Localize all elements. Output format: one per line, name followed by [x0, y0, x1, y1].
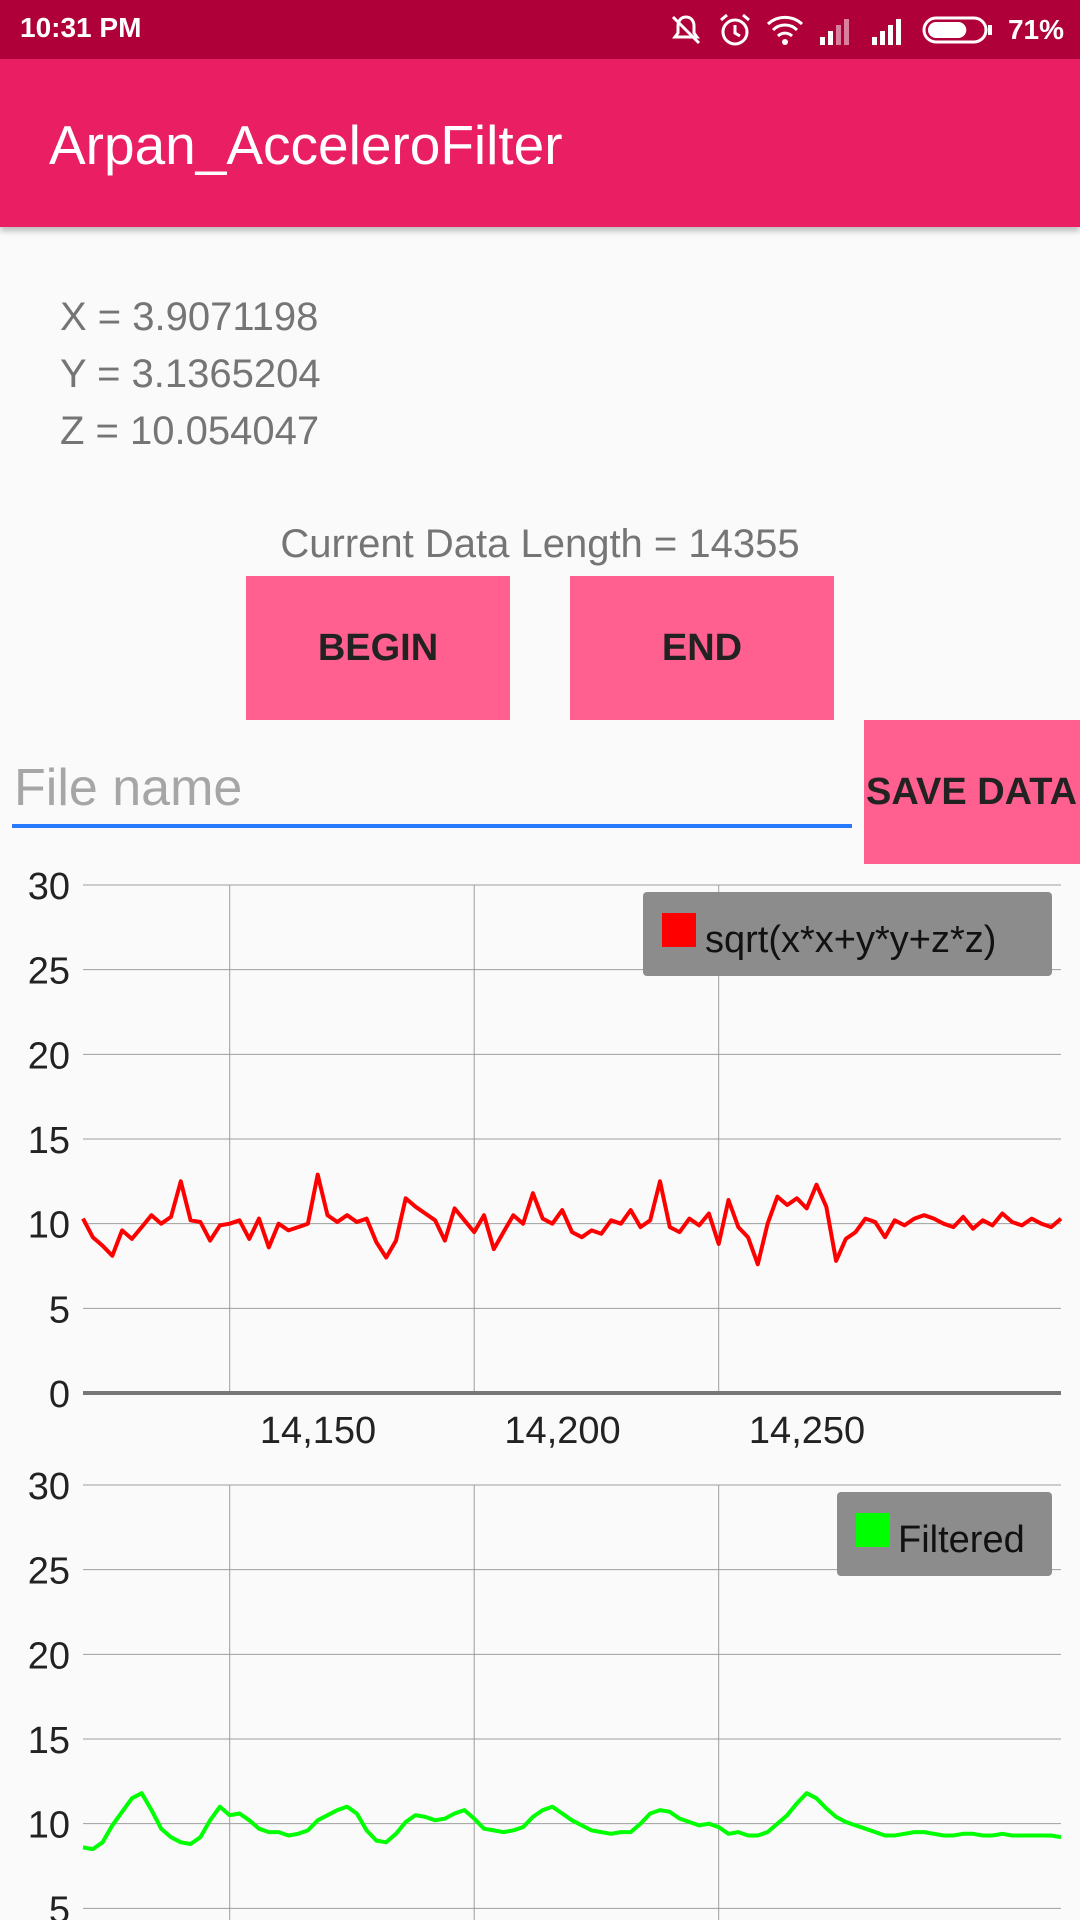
y-tick-label: 10 — [28, 1805, 70, 1847]
app-title: Arpan_AcceleroFilter — [49, 114, 563, 176]
battery-icon — [922, 15, 994, 45]
reading-x: X = 3.9071198 — [60, 295, 319, 339]
filtered-chart: 5 10 15 20 25 30 Filtered — [28, 1470, 1062, 1920]
file-name-input[interactable] — [12, 752, 852, 828]
legend-label: Filtered — [898, 1519, 1025, 1561]
save-data-button[interactable]: SAVE DATA — [864, 720, 1080, 864]
reading-z: Z = 10.054047 — [60, 409, 320, 453]
y-tick-label: 25 — [28, 951, 70, 993]
begin-button[interactable]: BEGIN — [246, 576, 510, 720]
alarm-icon — [718, 12, 752, 48]
magnitude-chart: 0 5 10 15 20 25 30 14,150 14,200 14,250 sqrt(x*x… — [28, 870, 1063, 1452]
y-axis-ticks: 5 10 15 20 25 30 — [28, 1470, 70, 1920]
signal-icon — [870, 15, 908, 45]
y-tick-label: 15 — [28, 1120, 70, 1162]
status-icons: 71% — [668, 10, 1064, 50]
status-bar: 10:31 PM 71% — [0, 0, 1080, 59]
y-tick-label: 30 — [28, 870, 70, 908]
x-tick-label: 14,150 — [260, 1410, 376, 1452]
status-time: 10:31 PM — [20, 12, 142, 43]
data-length-label: Current Data Length = 14355 — [280, 522, 800, 566]
mute-icon — [668, 12, 704, 48]
x-axis-ticks: 14,150 14,200 14,250 — [260, 1410, 865, 1452]
y-tick-label: 20 — [28, 1635, 70, 1677]
reading-y: Y = 3.1365204 — [60, 352, 321, 396]
signal-icon — [818, 15, 856, 45]
x-tick-label: 14,250 — [749, 1410, 865, 1452]
legend-swatch — [856, 1513, 890, 1547]
legend-swatch — [662, 913, 696, 947]
wifi-icon — [766, 14, 804, 46]
app-bar: Arpan_AcceleroFilter — [0, 59, 1080, 227]
chart-legend: sqrt(x*x+y*y+z*z) — [643, 892, 1052, 976]
y-tick-label: 20 — [28, 1035, 70, 1077]
end-button[interactable]: END — [570, 576, 834, 720]
y-tick-label: 15 — [28, 1720, 70, 1762]
x-tick-label: 14,200 — [504, 1410, 620, 1452]
y-tick-label: 30 — [28, 1470, 70, 1508]
y-tick-label: 5 — [49, 1289, 70, 1331]
y-tick-label: 10 — [28, 1205, 70, 1247]
y-tick-label: 5 — [49, 1889, 70, 1920]
y-axis-ticks: 0 5 10 15 20 25 30 — [28, 870, 70, 1416]
y-tick-label: 25 — [28, 1551, 70, 1593]
y-tick-label: 0 — [49, 1374, 70, 1416]
battery-percent: 71% — [1007, 14, 1064, 45]
chart-legend: Filtered — [837, 1492, 1052, 1576]
legend-label: sqrt(x*x+y*y+z*z) — [705, 919, 996, 961]
